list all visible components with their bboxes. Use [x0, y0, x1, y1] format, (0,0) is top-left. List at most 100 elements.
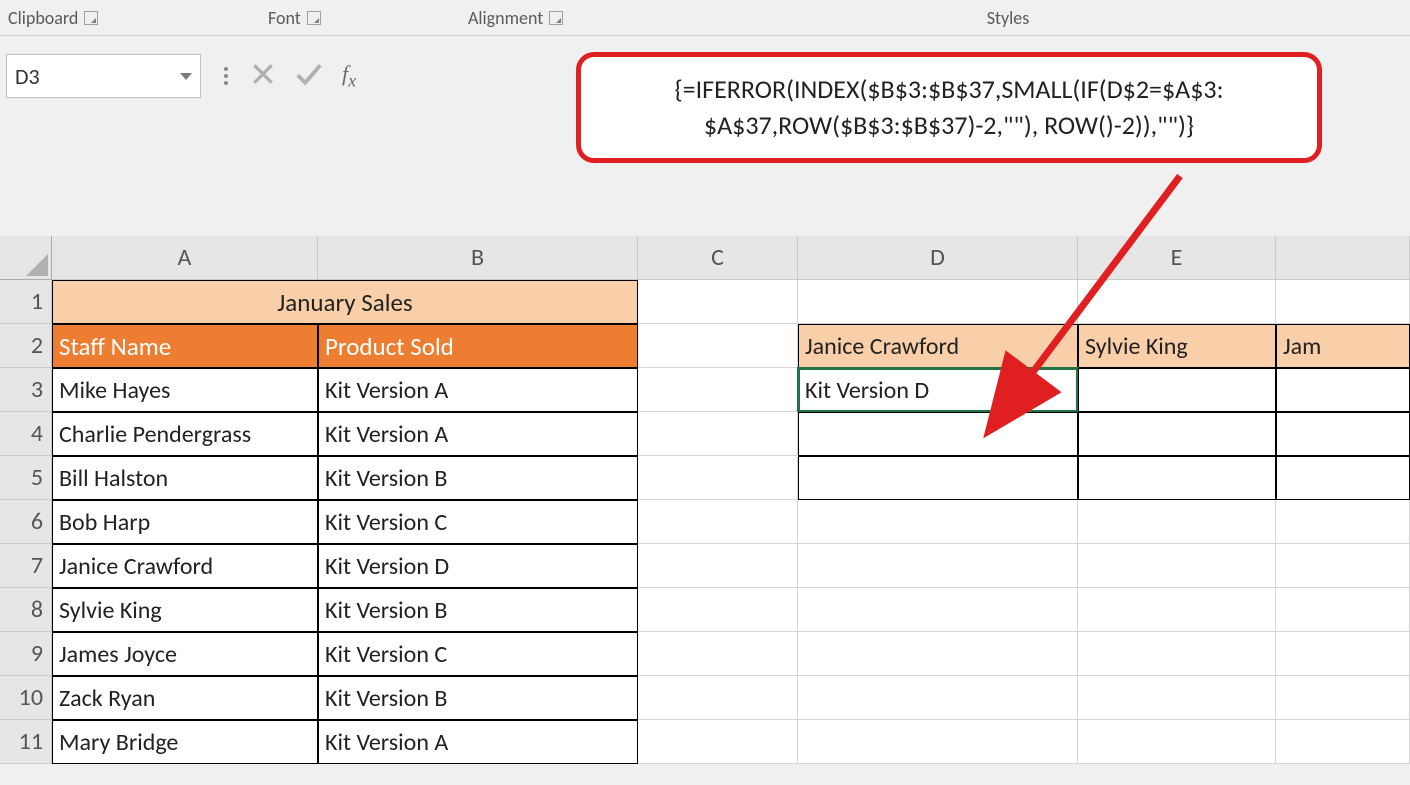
cell-B3[interactable]: Kit Version A: [318, 368, 638, 412]
spreadsheet-grid[interactable]: A B C D E 1 January Sales 2 Staff Name P…: [0, 236, 1410, 764]
cell-F11[interactable]: [1276, 720, 1410, 764]
cell-D1[interactable]: [798, 280, 1078, 324]
cell-C1[interactable]: [638, 280, 798, 324]
cell-E6[interactable]: [1078, 500, 1276, 544]
cell-B10[interactable]: Kit Version B: [318, 676, 638, 720]
row-header[interactable]: 5: [0, 456, 52, 500]
cell-D2[interactable]: Janice Crawford: [798, 324, 1078, 368]
cell-C11[interactable]: [638, 720, 798, 764]
cell-B8[interactable]: Kit Version B: [318, 588, 638, 632]
row-header[interactable]: 2: [0, 324, 52, 368]
cell-C4[interactable]: [638, 412, 798, 456]
cell-E11[interactable]: [1078, 720, 1276, 764]
row-header[interactable]: 7: [0, 544, 52, 588]
cell-F9[interactable]: [1276, 632, 1410, 676]
column-header-A[interactable]: A: [52, 236, 318, 280]
row-header[interactable]: 6: [0, 500, 52, 544]
cell-D7[interactable]: [798, 544, 1078, 588]
cell-B4[interactable]: Kit Version A: [318, 412, 638, 456]
cell-A2[interactable]: Staff Name: [52, 324, 318, 368]
cell-A5[interactable]: Bill Halston: [52, 456, 318, 500]
cell-E9[interactable]: [1078, 632, 1276, 676]
row-header[interactable]: 10: [0, 676, 52, 720]
cell-E5[interactable]: [1078, 456, 1276, 500]
cell-E10[interactable]: [1078, 676, 1276, 720]
cell-A7[interactable]: Janice Crawford: [52, 544, 318, 588]
cell-C6[interactable]: [638, 500, 798, 544]
cell-B9[interactable]: Kit Version C: [318, 632, 638, 676]
row-header[interactable]: 11: [0, 720, 52, 764]
cell-F4[interactable]: [1276, 412, 1410, 456]
cell-F8[interactable]: [1276, 588, 1410, 632]
cell-A10[interactable]: Zack Ryan: [52, 676, 318, 720]
enter-icon[interactable]: [294, 59, 324, 94]
cell-C5[interactable]: [638, 456, 798, 500]
cell-B6[interactable]: Kit Version C: [318, 500, 638, 544]
cell-E7[interactable]: [1078, 544, 1276, 588]
grip-icon[interactable]: [220, 67, 232, 85]
name-box[interactable]: D3: [6, 54, 201, 98]
ribbon-group-font[interactable]: Font: [268, 7, 468, 29]
ribbon-group-alignment[interactable]: Alignment: [468, 7, 678, 29]
cell-A8[interactable]: Sylvie King: [52, 588, 318, 632]
column-header-D[interactable]: D: [798, 236, 1078, 280]
cell-B5[interactable]: Kit Version B: [318, 456, 638, 500]
cell-A6[interactable]: Bob Harp: [52, 500, 318, 544]
cell-D9[interactable]: [798, 632, 1078, 676]
cell-C3[interactable]: [638, 368, 798, 412]
cell-E1[interactable]: [1078, 280, 1276, 324]
cell-B11[interactable]: Kit Version A: [318, 720, 638, 764]
cell-D3[interactable]: Kit Version D: [798, 368, 1078, 412]
cell-D6[interactable]: [798, 500, 1078, 544]
ribbon-label: Styles: [987, 7, 1030, 29]
cell-E4[interactable]: [1078, 412, 1276, 456]
select-all-corner[interactable]: [0, 236, 52, 280]
cell-F10[interactable]: [1276, 676, 1410, 720]
cell-F1[interactable]: [1276, 280, 1410, 324]
dialog-launcher-icon[interactable]: [549, 11, 563, 25]
formula-text-line1: {=IFERROR(INDEX($B$3:$B$37,SMALL(IF(D$2=…: [599, 71, 1299, 107]
cancel-icon[interactable]: [250, 61, 276, 92]
formula-bar-input[interactable]: {=IFERROR(INDEX($B$3:$B$37,SMALL(IF(D$2=…: [576, 52, 1322, 163]
chevron-down-icon[interactable]: [180, 73, 192, 80]
row-header[interactable]: 9: [0, 632, 52, 676]
cell-C9[interactable]: [638, 632, 798, 676]
cell-B2[interactable]: Product Sold: [318, 324, 638, 368]
ribbon-group-clipboard[interactable]: Clipboard: [8, 7, 158, 29]
cell-E2[interactable]: Sylvie King: [1078, 324, 1276, 368]
cell-D10[interactable]: [798, 676, 1078, 720]
row-header[interactable]: 1: [0, 280, 52, 324]
column-header-F[interactable]: [1276, 236, 1410, 280]
dialog-launcher-icon[interactable]: [84, 11, 98, 25]
cell-A9[interactable]: James Joyce: [52, 632, 318, 676]
cell-A11[interactable]: Mary Bridge: [52, 720, 318, 764]
cell-D4[interactable]: [798, 412, 1078, 456]
row-header[interactable]: 4: [0, 412, 52, 456]
cell-A4[interactable]: Charlie Pendergrass: [52, 412, 318, 456]
dialog-launcher-icon[interactable]: [307, 11, 321, 25]
cell-D5[interactable]: [798, 456, 1078, 500]
row-header[interactable]: 8: [0, 588, 52, 632]
cell-F6[interactable]: [1276, 500, 1410, 544]
row-header[interactable]: 3: [0, 368, 52, 412]
cell-C7[interactable]: [638, 544, 798, 588]
cell-A3[interactable]: Mike Hayes: [52, 368, 318, 412]
column-header-E[interactable]: E: [1078, 236, 1276, 280]
cell-F5[interactable]: [1276, 456, 1410, 500]
cell-B7[interactable]: Kit Version D: [318, 544, 638, 588]
cell-C2[interactable]: [638, 324, 798, 368]
cell-F3[interactable]: [1276, 368, 1410, 412]
cell-C10[interactable]: [638, 676, 798, 720]
cell-A1[interactable]: January Sales: [52, 280, 638, 324]
cell-C8[interactable]: [638, 588, 798, 632]
fx-icon[interactable]: fx: [342, 61, 356, 91]
cell-E3[interactable]: [1078, 368, 1276, 412]
cell-D11[interactable]: [798, 720, 1078, 764]
cell-F2[interactable]: Jam: [1276, 324, 1410, 368]
cell-F7[interactable]: [1276, 544, 1410, 588]
column-header-C[interactable]: C: [638, 236, 798, 280]
column-header-B[interactable]: B: [318, 236, 638, 280]
cell-E8[interactable]: [1078, 588, 1276, 632]
cell-D8[interactable]: [798, 588, 1078, 632]
ribbon-group-styles[interactable]: Styles: [918, 7, 1098, 29]
